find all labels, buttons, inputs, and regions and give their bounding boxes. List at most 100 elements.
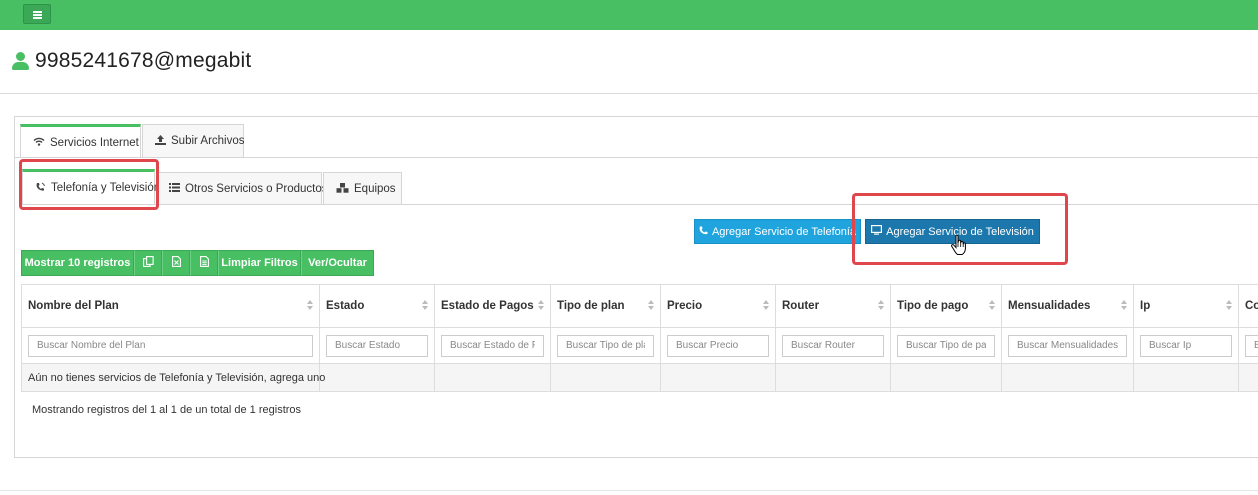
services-table-container: Nombre del Plan Estado Estado de Pagos T… (21, 284, 1258, 392)
filter-input[interactable] (1140, 334, 1232, 357)
tab-otros-servicios[interactable]: Otros Servicios o Productos (156, 172, 328, 205)
column-header[interactable]: Estado de Pagos (434, 284, 551, 328)
menu-toggle-button[interactable] (23, 4, 51, 24)
hamburger-icon (33, 11, 42, 19)
sort-icon (878, 300, 884, 311)
excel-button[interactable] (162, 250, 190, 276)
page-header: 9985241678@megabit (12, 48, 251, 74)
column-header[interactable]: Ip (1133, 284, 1239, 328)
column-label: Router (782, 300, 820, 312)
table-header-row: Nombre del Plan Estado Estado de Pagos T… (21, 284, 1258, 328)
table-info: Mostrando registros del 1 al 1 de un tot… (32, 404, 302, 416)
button-label: Agregar Servicio de Telefonía (711, 225, 857, 238)
filter-input[interactable] (897, 334, 995, 357)
page-title: 9985241678@megabit (35, 49, 252, 72)
filter-cell (1238, 327, 1258, 364)
column-header[interactable]: Tipo de plan (550, 284, 661, 328)
copy-button[interactable] (134, 250, 162, 276)
column-header[interactable]: Tipo de pago (890, 284, 1002, 328)
wifi-icon (33, 137, 45, 149)
filter-input[interactable] (1245, 334, 1258, 357)
sort-icon (648, 300, 654, 311)
sort-icon (1121, 300, 1127, 311)
column-label: Estado de Pagos (441, 300, 534, 312)
upload-icon (155, 134, 166, 148)
tab-equipos[interactable]: Equipos (323, 172, 402, 205)
column-label: Estado (326, 300, 365, 312)
subtab-divider (22, 204, 1258, 205)
table-cell (890, 363, 1002, 392)
services-table: Nombre del Plan Estado Estado de Pagos T… (21, 284, 1258, 392)
table-cell (1133, 363, 1239, 392)
table-cell (319, 363, 435, 392)
pdf-button[interactable] (190, 250, 218, 276)
filter-cell (1133, 327, 1239, 364)
add-phone-service-button[interactable]: Agregar Servicio de Telefonía (694, 219, 861, 244)
filter-cell (1001, 327, 1134, 364)
column-label: Co (1245, 300, 1258, 312)
sort-icon (989, 300, 995, 311)
sort-icon (763, 300, 769, 311)
filter-input[interactable] (28, 334, 313, 357)
header-divider (0, 93, 1258, 94)
filter-cell (21, 327, 320, 364)
filter-row (21, 327, 1258, 364)
tab-label: Equipos (354, 183, 396, 195)
column-header[interactable]: Mensualidades (1001, 284, 1134, 328)
tab-subir-archivos[interactable]: Subir Archivos (142, 124, 245, 157)
sort-icon (422, 300, 428, 311)
filter-input[interactable] (667, 334, 769, 357)
toggle-columns-button[interactable]: Ver/Ocultar (301, 250, 374, 276)
tab-servicios-internet[interactable]: Servicios Internet (20, 124, 141, 158)
filter-cell (660, 327, 776, 364)
filter-cell (434, 327, 551, 364)
table-cell (434, 363, 551, 392)
tab-label: Otros Servicios o Productos (185, 183, 328, 195)
column-label: Precio (667, 300, 703, 312)
column-header[interactable]: Nombre del Plan (21, 284, 320, 328)
table-row: Aún no tienes servicios de Telefonía y T… (21, 363, 1258, 392)
filter-cell (550, 327, 661, 364)
clear-filters-button[interactable]: Limpiar Filtros (218, 250, 301, 276)
cubes-icon (336, 182, 349, 196)
tab-label: Servicios Internet (50, 136, 139, 149)
column-label: Tipo de plan (557, 300, 625, 312)
table-cell (1238, 363, 1258, 392)
column-header[interactable]: Router (775, 284, 891, 328)
phone-icon (699, 226, 708, 238)
table-cell (660, 363, 776, 392)
filter-cell (890, 327, 1002, 364)
top-navbar (0, 0, 1258, 30)
tab-label: Subir Archivos (171, 135, 245, 147)
tab-divider (15, 157, 1258, 158)
list-icon (169, 183, 180, 195)
column-label: Tipo de pago (897, 300, 969, 312)
user-icon (12, 52, 29, 70)
hand-cursor-icon (951, 234, 966, 255)
filter-input[interactable] (441, 334, 544, 357)
sort-icon (538, 300, 544, 311)
column-label: Nombre del Plan (28, 300, 119, 312)
excel-icon (171, 256, 181, 270)
sort-icon (1226, 300, 1232, 311)
filter-input[interactable] (557, 334, 654, 357)
table-cell (1001, 363, 1134, 392)
filter-cell (319, 327, 435, 364)
datatable-buttons: Mostrar 10 registros Limpiar Filtros Ver… (21, 250, 374, 276)
filter-input[interactable] (1008, 334, 1127, 357)
show-records-button[interactable]: Mostrar 10 registros (21, 250, 134, 276)
filter-cell (775, 327, 891, 364)
column-header[interactable]: Co (1238, 284, 1258, 328)
column-label: Mensualidades (1008, 300, 1091, 312)
table-cell (775, 363, 891, 392)
copy-icon (142, 256, 154, 270)
filter-input[interactable] (326, 334, 428, 357)
filter-input[interactable] (782, 334, 884, 357)
column-header[interactable]: Precio (660, 284, 776, 328)
empty-message: Aún no tienes servicios de Telefonía y T… (21, 363, 325, 392)
pdf-icon (199, 256, 209, 270)
sort-icon (307, 300, 313, 311)
table-cell (550, 363, 661, 392)
highlight-telefonia-tab (19, 159, 159, 210)
column-header[interactable]: Estado (319, 284, 435, 328)
